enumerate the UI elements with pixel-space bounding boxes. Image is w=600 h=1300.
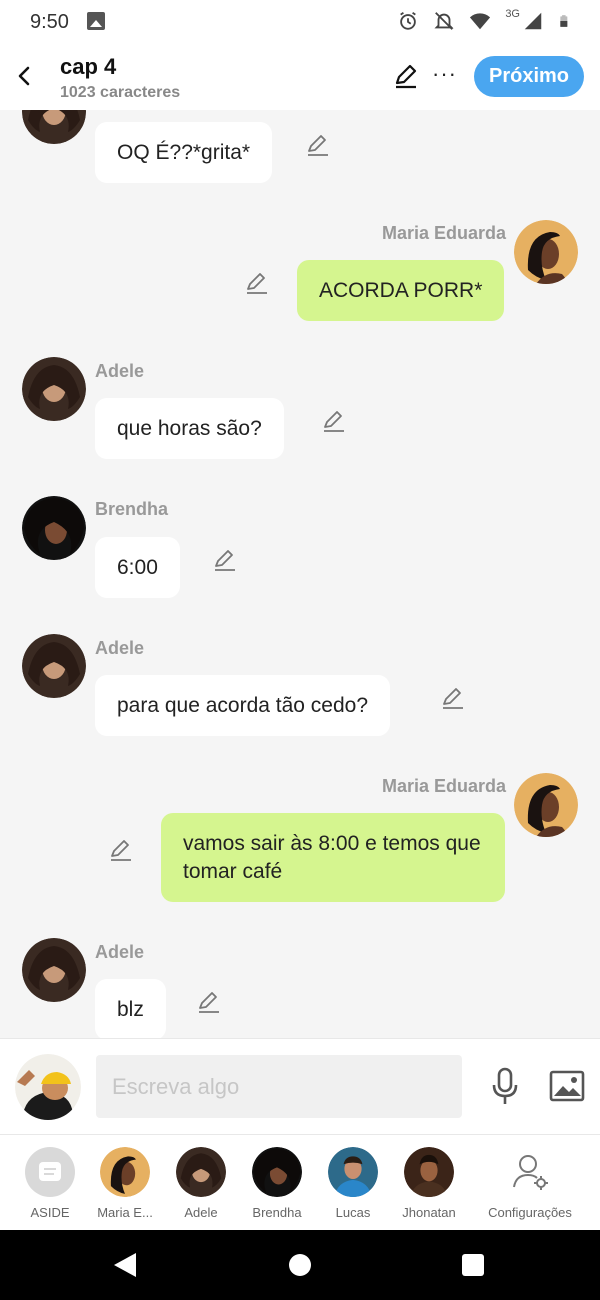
- sender-name: Adele: [95, 942, 145, 962]
- sender-name: Maria Eduarda: [382, 776, 507, 796]
- character-count: 1023 caracteres: [60, 84, 181, 101]
- mute-bell-icon: [434, 12, 454, 30]
- sender-name: Adele: [95, 361, 145, 381]
- edit-pencil-icon[interactable]: [393, 63, 419, 89]
- edit-message-pencil-icon[interactable]: [245, 271, 269, 295]
- image-notification-icon: [87, 12, 105, 30]
- more-options-icon[interactable]: ···: [432, 63, 457, 85]
- aside-icon: [25, 1147, 75, 1197]
- message-bubble[interactable]: que horas são?: [95, 398, 284, 459]
- message-bubble[interactable]: 6:00: [95, 537, 180, 598]
- chapter-header: cap 4 1023 caracteres ··· Próximo: [0, 46, 600, 110]
- message-bubble[interactable]: OQ É??*grita*: [95, 122, 273, 183]
- message-avatar: [22, 938, 86, 1002]
- selected-character-avatar[interactable]: [15, 1054, 81, 1120]
- character-adele[interactable]: Adele: [161, 1145, 241, 1225]
- message-avatar: [22, 496, 86, 560]
- character-label: Configurações: [488, 1205, 572, 1220]
- chapter-title[interactable]: cap 4: [60, 54, 116, 80]
- message-avatar: [22, 357, 86, 421]
- settings-user-icon: [505, 1147, 555, 1197]
- system-navigation-bar: [0, 1230, 600, 1300]
- wifi-icon: [470, 13, 491, 30]
- message-bubble[interactable]: blz: [95, 979, 166, 1038]
- character-maria[interactable]: Maria E...: [85, 1145, 165, 1225]
- character-jhonatan[interactable]: Jhonatan: [389, 1145, 469, 1225]
- message-avatar: [514, 773, 578, 837]
- signal-icon: [524, 12, 542, 30]
- adele-avatar: [176, 1147, 226, 1197]
- character-brendha[interactable]: Brendha: [237, 1145, 317, 1225]
- message-input[interactable]: [96, 1055, 462, 1118]
- microphone-icon[interactable]: [490, 1067, 520, 1107]
- nav-home-icon[interactable]: [289, 1254, 311, 1276]
- message-composer: [0, 1038, 600, 1134]
- image-upload-icon[interactable]: [549, 1070, 585, 1102]
- message-bubble[interactable]: para que acorda tão cedo?: [95, 675, 391, 736]
- status-time: 9:50: [30, 11, 69, 33]
- status-icons: 3G: [397, 8, 572, 32]
- message-avatar: [22, 110, 86, 144]
- message-avatar: [22, 634, 86, 698]
- nav-back-icon[interactable]: [114, 1253, 136, 1277]
- character-bar: ASIDE Maria E... Adele Brendha Lucas Jho…: [0, 1134, 600, 1230]
- message-bubble[interactable]: vamos sair às 8:00 e temos que tomar caf…: [161, 813, 505, 902]
- network-type: 3G: [505, 8, 520, 20]
- alarm-icon: [400, 11, 417, 30]
- character-aside[interactable]: ASIDE: [10, 1145, 90, 1225]
- next-button[interactable]: Próximo: [474, 56, 584, 97]
- message-avatar: [514, 220, 578, 284]
- edit-message-pencil-icon[interactable]: [306, 133, 330, 157]
- sender-name: Maria Eduarda: [382, 223, 507, 243]
- nav-recent-apps-icon[interactable]: [462, 1254, 484, 1276]
- status-bar: 9:50 3G: [0, 0, 600, 46]
- back-arrow-icon[interactable]: [10, 62, 38, 90]
- edit-message-pencil-icon[interactable]: [213, 548, 237, 572]
- battery-icon: [560, 15, 568, 27]
- edit-message-pencil-icon[interactable]: [441, 686, 465, 710]
- settings-button[interactable]: Configurações: [488, 1145, 572, 1225]
- chat-list[interactable]: OQ É??*grita* Maria Eduarda ACORDA PORR*…: [0, 110, 600, 1038]
- sender-name: Brendha: [95, 499, 169, 519]
- message-bubble[interactable]: ACORDA PORR*: [297, 260, 505, 321]
- edit-message-pencil-icon[interactable]: [109, 838, 133, 862]
- lucas-avatar: [328, 1147, 378, 1197]
- character-lucas[interactable]: Lucas: [313, 1145, 393, 1225]
- sender-name: Adele: [95, 638, 145, 658]
- brendha-avatar: [252, 1147, 302, 1197]
- character-label: Jhonatan: [402, 1205, 456, 1220]
- jhonatan-avatar: [404, 1147, 454, 1197]
- maria-avatar: [100, 1147, 150, 1197]
- edit-message-pencil-icon[interactable]: [322, 409, 346, 433]
- edit-message-pencil-icon[interactable]: [197, 990, 221, 1014]
